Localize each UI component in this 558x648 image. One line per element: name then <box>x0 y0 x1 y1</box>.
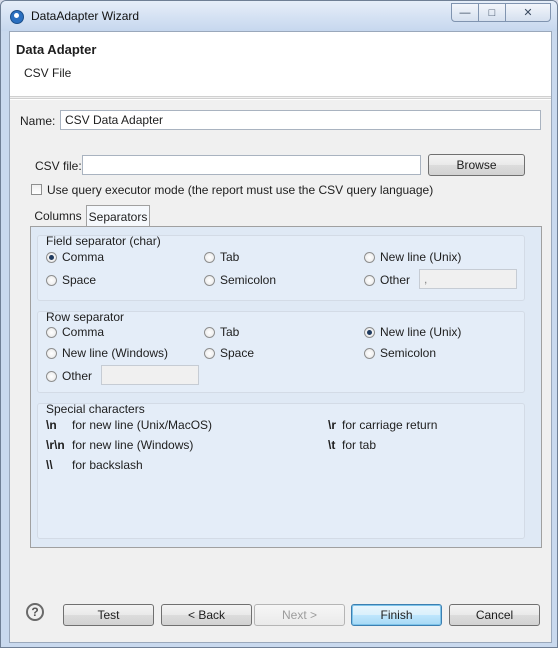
wizard-client-area: Data Adapter CSV File Name: CSV file: Br… <box>9 31 552 643</box>
radio-button[interactable] <box>364 326 375 338</box>
option-label: Other <box>62 369 93 383</box>
cancel-button[interactable]: Cancel <box>449 604 540 626</box>
option-label: Space <box>220 346 255 360</box>
page-subtitle: CSV File <box>24 66 72 80</box>
name-label: Name: <box>20 114 56 128</box>
field-sep-other[interactable]: Other <box>364 273 410 287</box>
radio-button[interactable] <box>204 326 215 338</box>
special-code: \n <box>46 418 57 432</box>
radio-button[interactable] <box>46 326 57 338</box>
option-label: Semicolon <box>220 273 277 287</box>
finish-button[interactable]: Finish <box>351 604 442 626</box>
special-desc: for tab <box>342 438 377 452</box>
separators-panel: Field separator (char) Comma Tab New lin… <box>30 226 542 548</box>
radio-button[interactable] <box>46 251 57 263</box>
close-icon: ✕ <box>523 7 533 19</box>
query-executor-label: Use query executor mode (the report must… <box>47 183 434 197</box>
special-code: \\ <box>46 458 53 472</box>
radio-button[interactable] <box>46 370 57 382</box>
option-label: Semicolon <box>380 346 437 360</box>
window-title: DataAdapter Wizard <box>31 9 140 23</box>
field-sep-comma[interactable]: Comma <box>46 250 104 264</box>
option-label: Tab <box>220 325 240 339</box>
row-sep-newline-windows[interactable]: New line (Windows) <box>46 346 168 360</box>
option-label: New line (Unix) <box>380 250 462 264</box>
row-sep-semicolon[interactable]: Semicolon <box>364 346 436 360</box>
tab-columns[interactable]: Columns <box>30 206 86 226</box>
next-button[interactable]: Next > <box>254 604 345 626</box>
row-sep-space[interactable]: Space <box>204 346 254 360</box>
special-code: \r\n <box>46 438 65 452</box>
help-icon[interactable]: ? <box>26 603 44 621</box>
back-button[interactable]: < Back <box>161 604 252 626</box>
special-code: \r <box>328 418 337 432</box>
wizard-window: DataAdapter Wizard — □ ✕ Data Adapter CS… <box>0 0 558 648</box>
field-sep-semicolon[interactable]: Semicolon <box>204 273 276 287</box>
option-label: New line (Windows) <box>62 346 169 360</box>
special-desc: for backslash <box>72 458 143 472</box>
special-code: \t <box>328 438 336 452</box>
option-label: New line (Unix) <box>380 325 462 339</box>
header-divider <box>10 98 551 100</box>
radio-button[interactable] <box>46 274 57 286</box>
special-desc: for carriage return <box>342 418 438 432</box>
tab-separators[interactable]: Separators <box>86 205 150 227</box>
minimize-icon: — <box>459 6 471 19</box>
option-label: Other <box>380 273 411 287</box>
option-label: Comma <box>62 325 105 339</box>
csv-file-input[interactable] <box>82 155 421 175</box>
radio-button[interactable] <box>204 347 215 359</box>
special-desc: for new line (Unix/MacOS) <box>72 418 213 432</box>
special-desc: for new line (Windows) <box>72 438 194 452</box>
minimize-button[interactable]: — <box>451 3 479 22</box>
row-sep-other-input[interactable] <box>101 365 199 385</box>
app-icon <box>10 10 24 24</box>
csv-file-label: CSV file: <box>35 159 82 173</box>
row-sep-comma[interactable]: Comma <box>46 325 104 339</box>
radio-button[interactable] <box>204 274 215 286</box>
field-sep-tab[interactable]: Tab <box>204 250 239 264</box>
window-controls: — □ ✕ <box>451 3 551 22</box>
row-separator-title: Row separator <box>46 310 125 324</box>
restore-button[interactable]: □ <box>478 3 506 22</box>
field-sep-space[interactable]: Space <box>46 273 96 287</box>
row-sep-newline-unix[interactable]: New line (Unix) <box>364 325 461 339</box>
option-label: Tab <box>220 250 240 264</box>
special-characters-title: Special characters <box>46 402 145 416</box>
close-button[interactable]: ✕ <box>505 3 551 22</box>
query-executor-checkbox[interactable] <box>31 184 42 195</box>
field-sep-other-input[interactable] <box>419 269 517 289</box>
name-input[interactable] <box>60 110 541 130</box>
radio-button[interactable] <box>364 347 375 359</box>
row-sep-tab[interactable]: Tab <box>204 325 239 339</box>
radio-button[interactable] <box>364 274 375 286</box>
row-separator-group: Row separator Comma Tab New line (Unix) … <box>37 310 525 393</box>
browse-button[interactable]: Browse <box>428 154 525 176</box>
field-separator-title: Field separator (char) <box>46 234 161 248</box>
field-sep-newline-unix[interactable]: New line (Unix) <box>364 250 461 264</box>
wizard-header: Data Adapter CSV File <box>10 32 551 97</box>
radio-button[interactable] <box>204 251 215 263</box>
title-bar[interactable]: DataAdapter Wizard — □ ✕ <box>1 1 557 31</box>
restore-icon: □ <box>488 6 496 19</box>
field-separator-group: Field separator (char) Comma Tab New lin… <box>37 234 525 301</box>
option-label: Space <box>62 273 97 287</box>
radio-button[interactable] <box>46 347 57 359</box>
test-button[interactable]: Test <box>63 604 154 626</box>
radio-button[interactable] <box>364 251 375 263</box>
special-characters-group: Special characters \n for new line (Unix… <box>37 402 525 539</box>
page-title: Data Adapter <box>16 42 97 57</box>
row-sep-other[interactable]: Other <box>46 369 92 383</box>
option-label: Comma <box>62 250 105 264</box>
